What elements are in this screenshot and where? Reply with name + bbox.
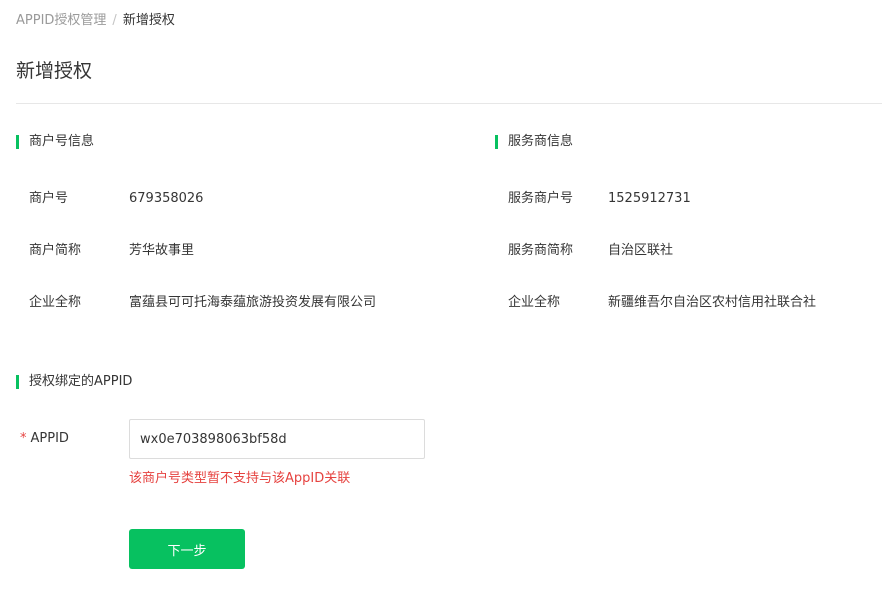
provider-info-title-text: 服务商信息	[508, 134, 574, 149]
provider-info-section-title: 服务商信息	[495, 133, 573, 151]
provider-full-name-label: 企业全称	[508, 295, 561, 310]
merchant-short-name-label: 商户简称	[29, 243, 82, 258]
provider-id-label: 服务商户号	[508, 191, 574, 206]
required-star: *	[20, 431, 27, 446]
page-title: 新增授权	[16, 60, 93, 82]
appid-section-title: 授权绑定的APPID	[16, 373, 132, 391]
provider-full-name-value: 新疆维吾尔自治区农村信用社联合社	[608, 295, 817, 310]
authorization-page: APPID授权管理 / 新增授权 新增授权 商户号信息 商户号 679358026 …	[0, 0, 882, 610]
merchant-info-title-text: 商户号信息	[29, 134, 95, 149]
appid-error-message: 该商户号类型暂不支持与该AppID关联	[129, 471, 351, 486]
section-accent-bar	[495, 135, 498, 149]
provider-short-name-value: 自治区联社	[608, 243, 674, 258]
breadcrumb-appid-management-link[interactable]: APPID授权管理	[16, 13, 106, 28]
merchant-short-name-value: 芳华故事里	[129, 243, 195, 258]
breadcrumb-current: 新增授权	[122, 13, 175, 28]
section-accent-bar	[16, 375, 19, 389]
merchant-id-value: 679358026	[129, 191, 204, 206]
appid-field-label: * APPID	[20, 430, 69, 448]
breadcrumb: APPID授权管理 / 新增授权	[16, 12, 175, 30]
merchant-full-name-label: 企业全称	[29, 295, 82, 310]
breadcrumb-separator: /	[112, 13, 117, 28]
merchant-full-name-value: 富蕴县可可托海泰蕴旅游投资发展有限公司	[129, 295, 377, 310]
appid-input[interactable]	[129, 419, 425, 459]
appid-section-title-text: 授权绑定的APPID	[29, 374, 133, 389]
merchant-info-section-title: 商户号信息	[16, 133, 94, 151]
next-step-button[interactable]: 下一步	[129, 529, 245, 569]
provider-id-value: 1525912731	[608, 191, 691, 206]
merchant-id-label: 商户号	[29, 191, 69, 206]
provider-short-name-label: 服务商简称	[508, 243, 574, 258]
appid-label-text: APPID	[30, 431, 69, 446]
title-divider	[16, 103, 882, 104]
section-accent-bar	[16, 135, 19, 149]
